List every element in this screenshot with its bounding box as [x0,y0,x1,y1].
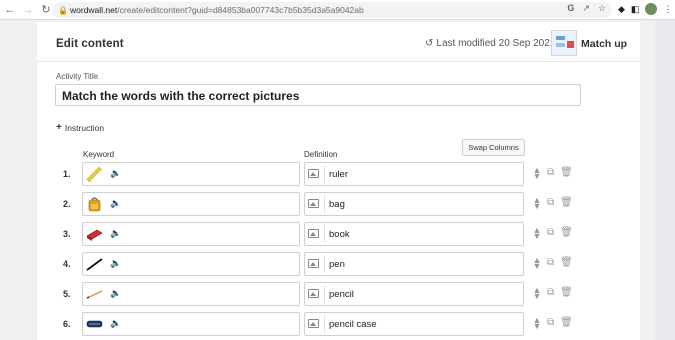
last-modified: ↺ Last modified 20 Sep 2021 [425,38,555,49]
row-number: 6. [63,319,71,329]
lock-icon: 🔒 [58,5,68,15]
speaker-icon[interactable]: 🔈 [110,288,121,299]
side-panel-icon[interactable]: ◧ [631,4,640,15]
add-instruction-button[interactable]: + Instruction [56,122,104,133]
row-number: 5. [63,289,71,299]
trash-icon[interactable]: 🗑 [560,167,573,179]
url-host: wordwall.net [70,5,118,15]
browser-toolbar: ← → ↻ 🔒 wordwall.net /create/editcontent… [0,0,675,20]
definition-text: bag [329,199,345,210]
duplicate-icon[interactable]: ⧉ [547,257,554,269]
extensions-icon[interactable]: ◆ [618,4,625,15]
duplicate-icon[interactable]: ⧉ [547,317,554,329]
pencil-icon[interactable] [86,286,103,302]
keyword-input[interactable]: 🔈 [82,282,300,306]
duplicate-icon[interactable]: ⧉ [547,167,554,179]
book-icon[interactable] [86,226,103,242]
add-image-icon[interactable] [308,319,319,328]
table-row: 5. 🔈 pencil ▲ ▼ ⧉ 🗑 [37,282,640,306]
add-image-icon[interactable] [308,199,319,208]
speaker-icon[interactable]: 🔈 [110,198,121,209]
row-number: 4. [63,259,71,269]
swap-columns-button[interactable]: Swap Columns [462,139,525,156]
panel-header: Edit content ↺ Last modified 20 Sep 2021… [37,22,640,62]
duplicate-icon[interactable]: ⧉ [547,197,554,209]
ruler-icon[interactable] [86,166,103,182]
instruction-label: Instruction [64,122,105,133]
edit-content-panel: Edit content ↺ Last modified 20 Sep 2021… [37,22,640,340]
add-image-icon[interactable] [308,169,319,178]
pen-icon[interactable] [86,256,103,272]
activity-title-input[interactable]: Match the words with the correct picture… [55,84,581,106]
keyword-column-header: Keyword [83,150,115,159]
trash-icon[interactable]: 🗑 [560,257,573,269]
speaker-icon[interactable]: 🔈 [110,168,121,179]
google-translate-icon[interactable]: G [567,3,574,14]
speaker-icon[interactable]: 🔈 [110,318,121,329]
add-image-icon[interactable] [308,289,319,298]
back-icon[interactable]: ← [2,2,18,18]
table-row: 4. 🔈 pen ▲ ▼ ⧉ 🗑 [37,252,640,276]
definition-text: pencil [329,289,354,300]
add-image-icon[interactable] [308,259,319,268]
definition-input[interactable]: pencil [304,282,524,306]
move-icon[interactable]: ▲ ▼ [533,286,542,301]
keyword-input[interactable]: 🔈 [82,252,300,276]
definition-text: book [329,229,350,240]
page-scroll-area [655,20,675,340]
address-bar[interactable]: 🔒 wordwall.net /create/editcontent?guid=… [52,2,612,18]
table-row: 6. 🔈 pencil case ▲ ▼ ⧉ 🗑 [37,312,640,336]
history-icon: ↺ [425,38,434,49]
page-title: Edit content [56,38,124,50]
last-modified-text: Last modified 20 Sep 2021 [436,38,556,49]
definition-input[interactable]: ruler [304,162,524,186]
forward-icon[interactable]: → [20,2,36,18]
definition-input[interactable]: bag [304,192,524,216]
trash-icon[interactable]: 🗑 [560,287,573,299]
definition-column-header: Definition [304,150,338,159]
definition-input[interactable]: pencil case [304,312,524,336]
activity-title-label: Activity Title [56,72,99,81]
definition-text: pen [329,259,345,270]
pencil-case-icon[interactable] [86,316,103,332]
move-icon[interactable]: ▲ ▼ [533,166,542,181]
row-number: 1. [63,169,71,179]
move-icon[interactable]: ▲ ▼ [533,226,542,241]
plus-icon: + [56,122,62,133]
table-row: 1. 🔈 ruler ▲ ▼ ⧉ 🗑 [37,162,640,186]
definition-input[interactable]: book [304,222,524,246]
speaker-icon[interactable]: 🔈 [110,228,121,239]
keyword-input[interactable]: 🔈 [82,222,300,246]
keyword-input[interactable]: 🔈 [82,312,300,336]
menu-icon[interactable]: ⋮ [663,4,672,15]
profile-avatar[interactable] [645,3,658,15]
definition-text: pencil case [329,319,377,330]
row-number: 2. [63,199,71,209]
definition-input[interactable]: pen [304,252,524,276]
definition-text: ruler [329,169,349,180]
speaker-icon[interactable]: 🔈 [110,258,121,269]
keyword-input[interactable]: 🔈 [82,162,300,186]
url-path: /create/editcontent?guid=d84853ba007743c… [117,5,364,15]
table-row: 2. 🔈 bag ▲ ▼ ⧉ 🗑 [37,192,640,216]
duplicate-icon[interactable]: ⧉ [547,287,554,299]
move-icon[interactable]: ▲ ▼ [533,316,542,331]
share-icon[interactable]: ↗ [582,3,590,14]
duplicate-icon[interactable]: ⧉ [547,227,554,239]
move-icon[interactable]: ▲ ▼ [533,196,542,211]
trash-icon[interactable]: 🗑 [560,317,573,329]
trash-icon[interactable]: 🗑 [560,197,573,209]
row-number: 3. [63,229,71,239]
bookmark-star-icon[interactable]: ☆ [598,3,606,14]
template-thumbnail[interactable] [551,30,577,56]
bag-icon[interactable] [86,196,103,212]
add-image-icon[interactable] [308,229,319,238]
template-name[interactable]: Match up [581,38,627,50]
trash-icon[interactable]: 🗑 [560,227,573,239]
keyword-input[interactable]: 🔈 [82,192,300,216]
move-icon[interactable]: ▲ ▼ [533,256,542,271]
table-row: 3. 🔈 book ▲ ▼ ⧉ 🗑 [37,222,640,246]
